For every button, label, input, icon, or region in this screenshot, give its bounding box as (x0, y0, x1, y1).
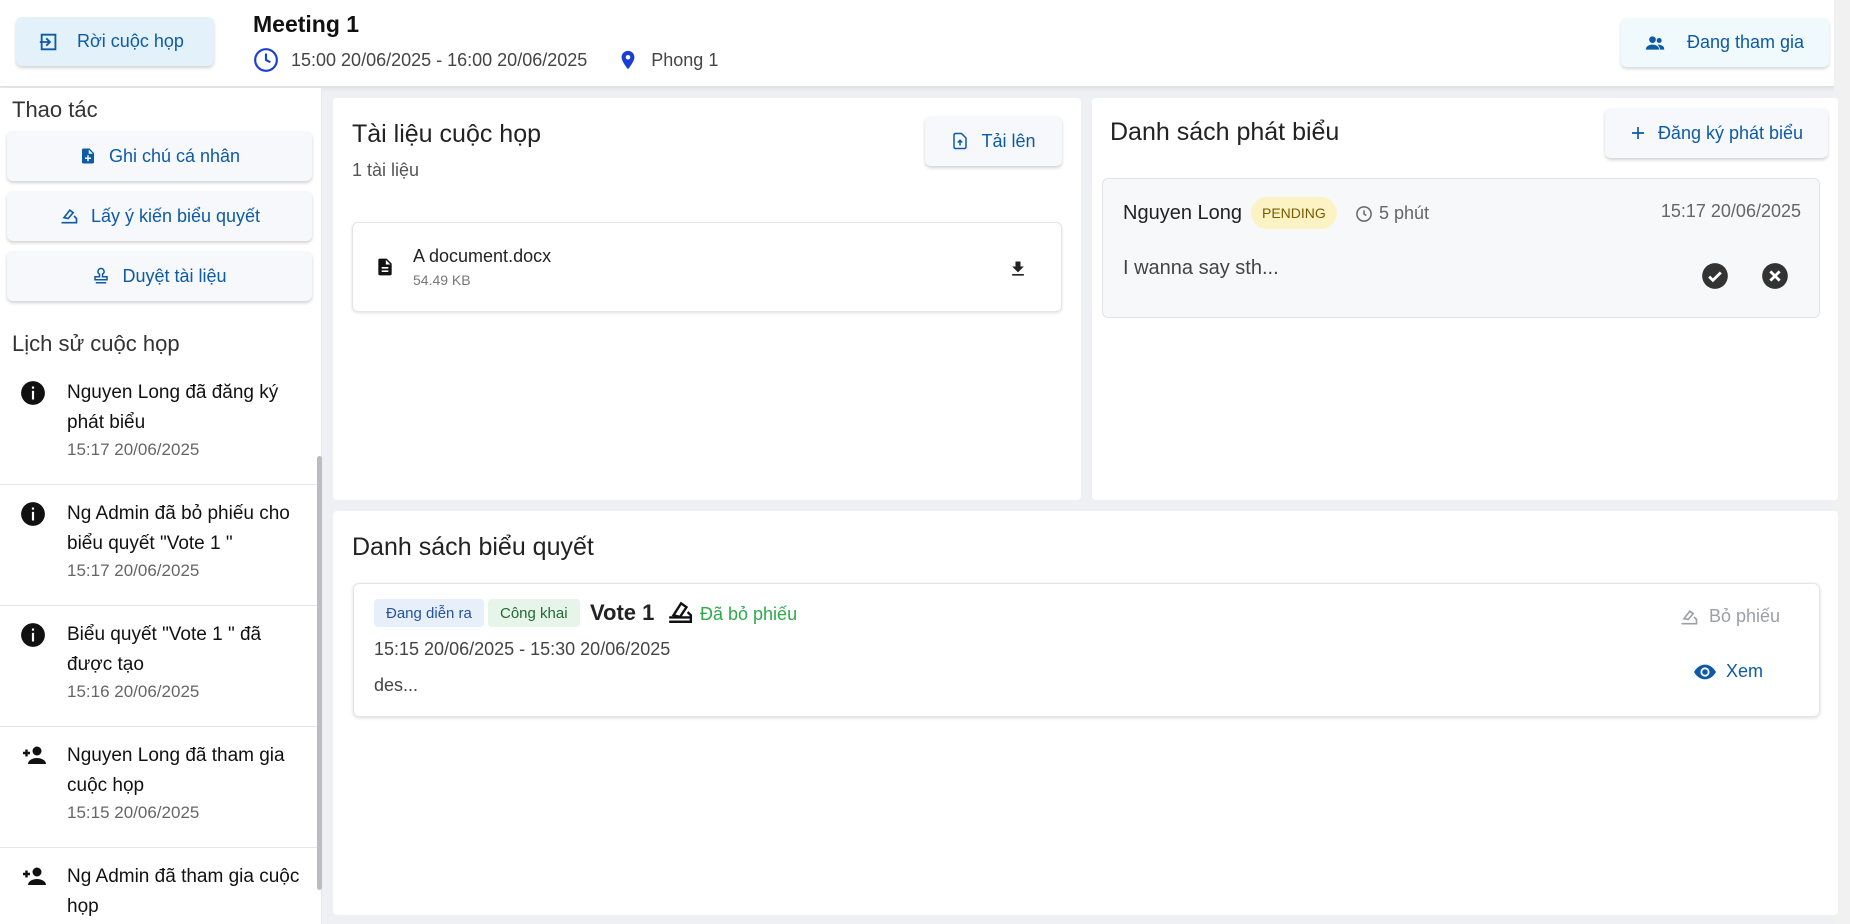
meeting-title: Meeting 1 (253, 11, 360, 37)
history-time: 15:17 20/06/2025 (67, 440, 200, 459)
document-item[interactable]: A document.docx 54.49 KB (352, 222, 1062, 312)
view-vote-button[interactable]: Xem (1694, 661, 1763, 682)
history-item: Biểu quyết "Vote 1 " đã được tạo 15:16 2… (0, 606, 318, 727)
documents-panel: Tài liệu cuộc họp 1 tài liệu Tải lên A d… (333, 98, 1081, 500)
eye-icon (1694, 664, 1716, 679)
documents-title: Tài liệu cuộc họp (352, 120, 542, 148)
meeting-time: 15:00 20/06/2025 - 16:00 20/06/2025 (253, 47, 587, 73)
sidebar-scrollbar[interactable] (317, 456, 322, 890)
register-speech-label: Đăng ký phát biểu (1657, 122, 1804, 143)
history-time: 15:15 20/06/2025 (67, 803, 200, 822)
person-add-icon (23, 867, 46, 885)
approve-documents-label: Duyệt tài liệu (122, 265, 227, 286)
clock-icon (254, 48, 278, 72)
speech-content: I wanna say sth... (1123, 257, 1279, 279)
history-item: Ng Admin đã tham gia cuộc họp (0, 848, 318, 924)
voted-status: Đã bỏ phiếu (700, 604, 798, 624)
clock-icon (1356, 205, 1372, 222)
info-icon (21, 502, 45, 526)
stamp-icon (94, 267, 109, 284)
download-icon[interactable] (1008, 259, 1028, 279)
history-text: Ng Admin đã bỏ phiếu cho biểu quyết "Vot… (67, 503, 290, 554)
speech-title: Danh sách phát biểu (1110, 118, 1340, 146)
upload-button[interactable]: Tải lên (925, 116, 1062, 166)
location-pin-icon (621, 50, 635, 70)
speech-duration: 5 phút (1355, 203, 1429, 224)
participating-button[interactable]: Đang tham gia (1621, 18, 1829, 67)
history-item: Nguyen Long đã tham gia cuộc họp 15:15 2… (0, 727, 318, 848)
document-icon (378, 258, 392, 276)
create-vote-button[interactable]: Lấy ý kiến biểu quyết (7, 191, 312, 241)
ballot-icon (669, 601, 693, 623)
meeting-location-label: Phong 1 (651, 49, 719, 70)
upload-file-icon (953, 132, 968, 150)
actions-title: Thao tác (12, 97, 98, 122)
personal-note-button[interactable]: Ghi chú cá nhân (7, 131, 312, 181)
people-icon (1645, 35, 1665, 50)
history-item: Nguyen Long đã đăng ký phát biểu 15:17 2… (0, 364, 318, 485)
votes-panel: Danh sách biểu quyết Đang diễn ra Công k… (333, 511, 1838, 915)
upload-label: Tải lên (981, 130, 1036, 151)
history-time: 15:17 20/06/2025 (67, 561, 200, 580)
history-text: Nguyen Long đã tham gia cuộc họp (67, 745, 285, 796)
sidebar: Thao tác Ghi chú cá nhân Lấy ý kiến biểu… (0, 88, 322, 924)
meeting-time-range: 15:00 20/06/2025 - 16:00 20/06/2025 (291, 49, 588, 70)
leave-meeting-label: Rời cuộc họp (77, 31, 184, 51)
history-title: Lịch sử cuộc họp (12, 331, 180, 356)
cast-vote-button[interactable]: Bỏ phiếu (1679, 606, 1780, 627)
vote-visibility-tag: Công khai (488, 599, 580, 627)
history-text: Nguyen Long đã đăng ký phát biểu (67, 382, 279, 433)
vote-item: Đang diễn ra Công khai Vote 1 Đã bỏ phiế… (353, 583, 1820, 717)
status-badge: PENDING (1251, 197, 1337, 229)
plus-icon (1631, 127, 1644, 139)
document-name: A document.docx (413, 246, 552, 266)
meeting-location: Phong 1 (617, 47, 718, 73)
register-speech-button[interactable]: Đăng ký phát biểu (1605, 108, 1828, 158)
history-time: 15:16 20/06/2025 (67, 682, 200, 701)
meeting-meta: 15:00 20/06/2025 - 16:00 20/06/2025 Phon… (253, 47, 748, 73)
document-size: 54.49 KB (413, 272, 471, 288)
create-vote-label: Lấy ý kiến biểu quyết (90, 205, 261, 226)
history-text: Biểu quyết "Vote 1 " đã được tạo (67, 624, 262, 675)
history-item: Ng Admin đã bỏ phiếu cho biểu quyết "Vot… (0, 485, 318, 606)
participating-label: Đang tham gia (1687, 32, 1805, 52)
history-list: Nguyen Long đã đăng ký phát biểu 15:17 2… (0, 364, 318, 924)
info-icon (21, 381, 45, 405)
speech-panel: Danh sách phát biểu Đăng ký phát biểu Ng… (1092, 98, 1838, 500)
vote-time-range: 15:15 20/06/2025 - 15:30 20/06/2025 (374, 639, 671, 659)
vote-title: Vote 1 (590, 600, 655, 625)
cast-vote-label: Bỏ phiếu (1709, 606, 1781, 626)
speech-time: 15:17 20/06/2025 (1660, 201, 1801, 221)
vote-icon (61, 209, 78, 224)
top-bar: Rời cuộc họp Meeting 1 15:00 20/06/2025 … (0, 0, 1850, 87)
info-icon (21, 623, 45, 647)
speaker-name: Nguyen Long (1123, 202, 1242, 224)
exit-icon (39, 33, 57, 50)
vote-status-tag: Đang diễn ra (374, 599, 484, 627)
approve-documents-button[interactable]: Duyệt tài liệu (7, 251, 312, 301)
note-add-icon (81, 148, 94, 164)
leave-meeting-button[interactable]: Rời cuộc họp (16, 17, 214, 66)
vote-icon (1681, 609, 1698, 624)
reject-icon[interactable] (1761, 262, 1789, 290)
speech-duration-label: 5 phút (1379, 203, 1430, 223)
vote-description: des... (374, 675, 419, 695)
person-add-icon (23, 746, 46, 764)
history-text: Ng Admin đã tham gia cuộc họp (67, 866, 300, 917)
speech-item: Nguyen Long PENDING 5 phút 15:17 20/06/2… (1102, 178, 1820, 318)
view-vote-label: Xem (1726, 661, 1764, 681)
personal-note-label: Ghi chú cá nhân (108, 145, 241, 166)
votes-title: Danh sách biểu quyết (352, 533, 594, 561)
approve-icon[interactable] (1701, 262, 1729, 290)
documents-count: 1 tài liệu (352, 160, 420, 180)
